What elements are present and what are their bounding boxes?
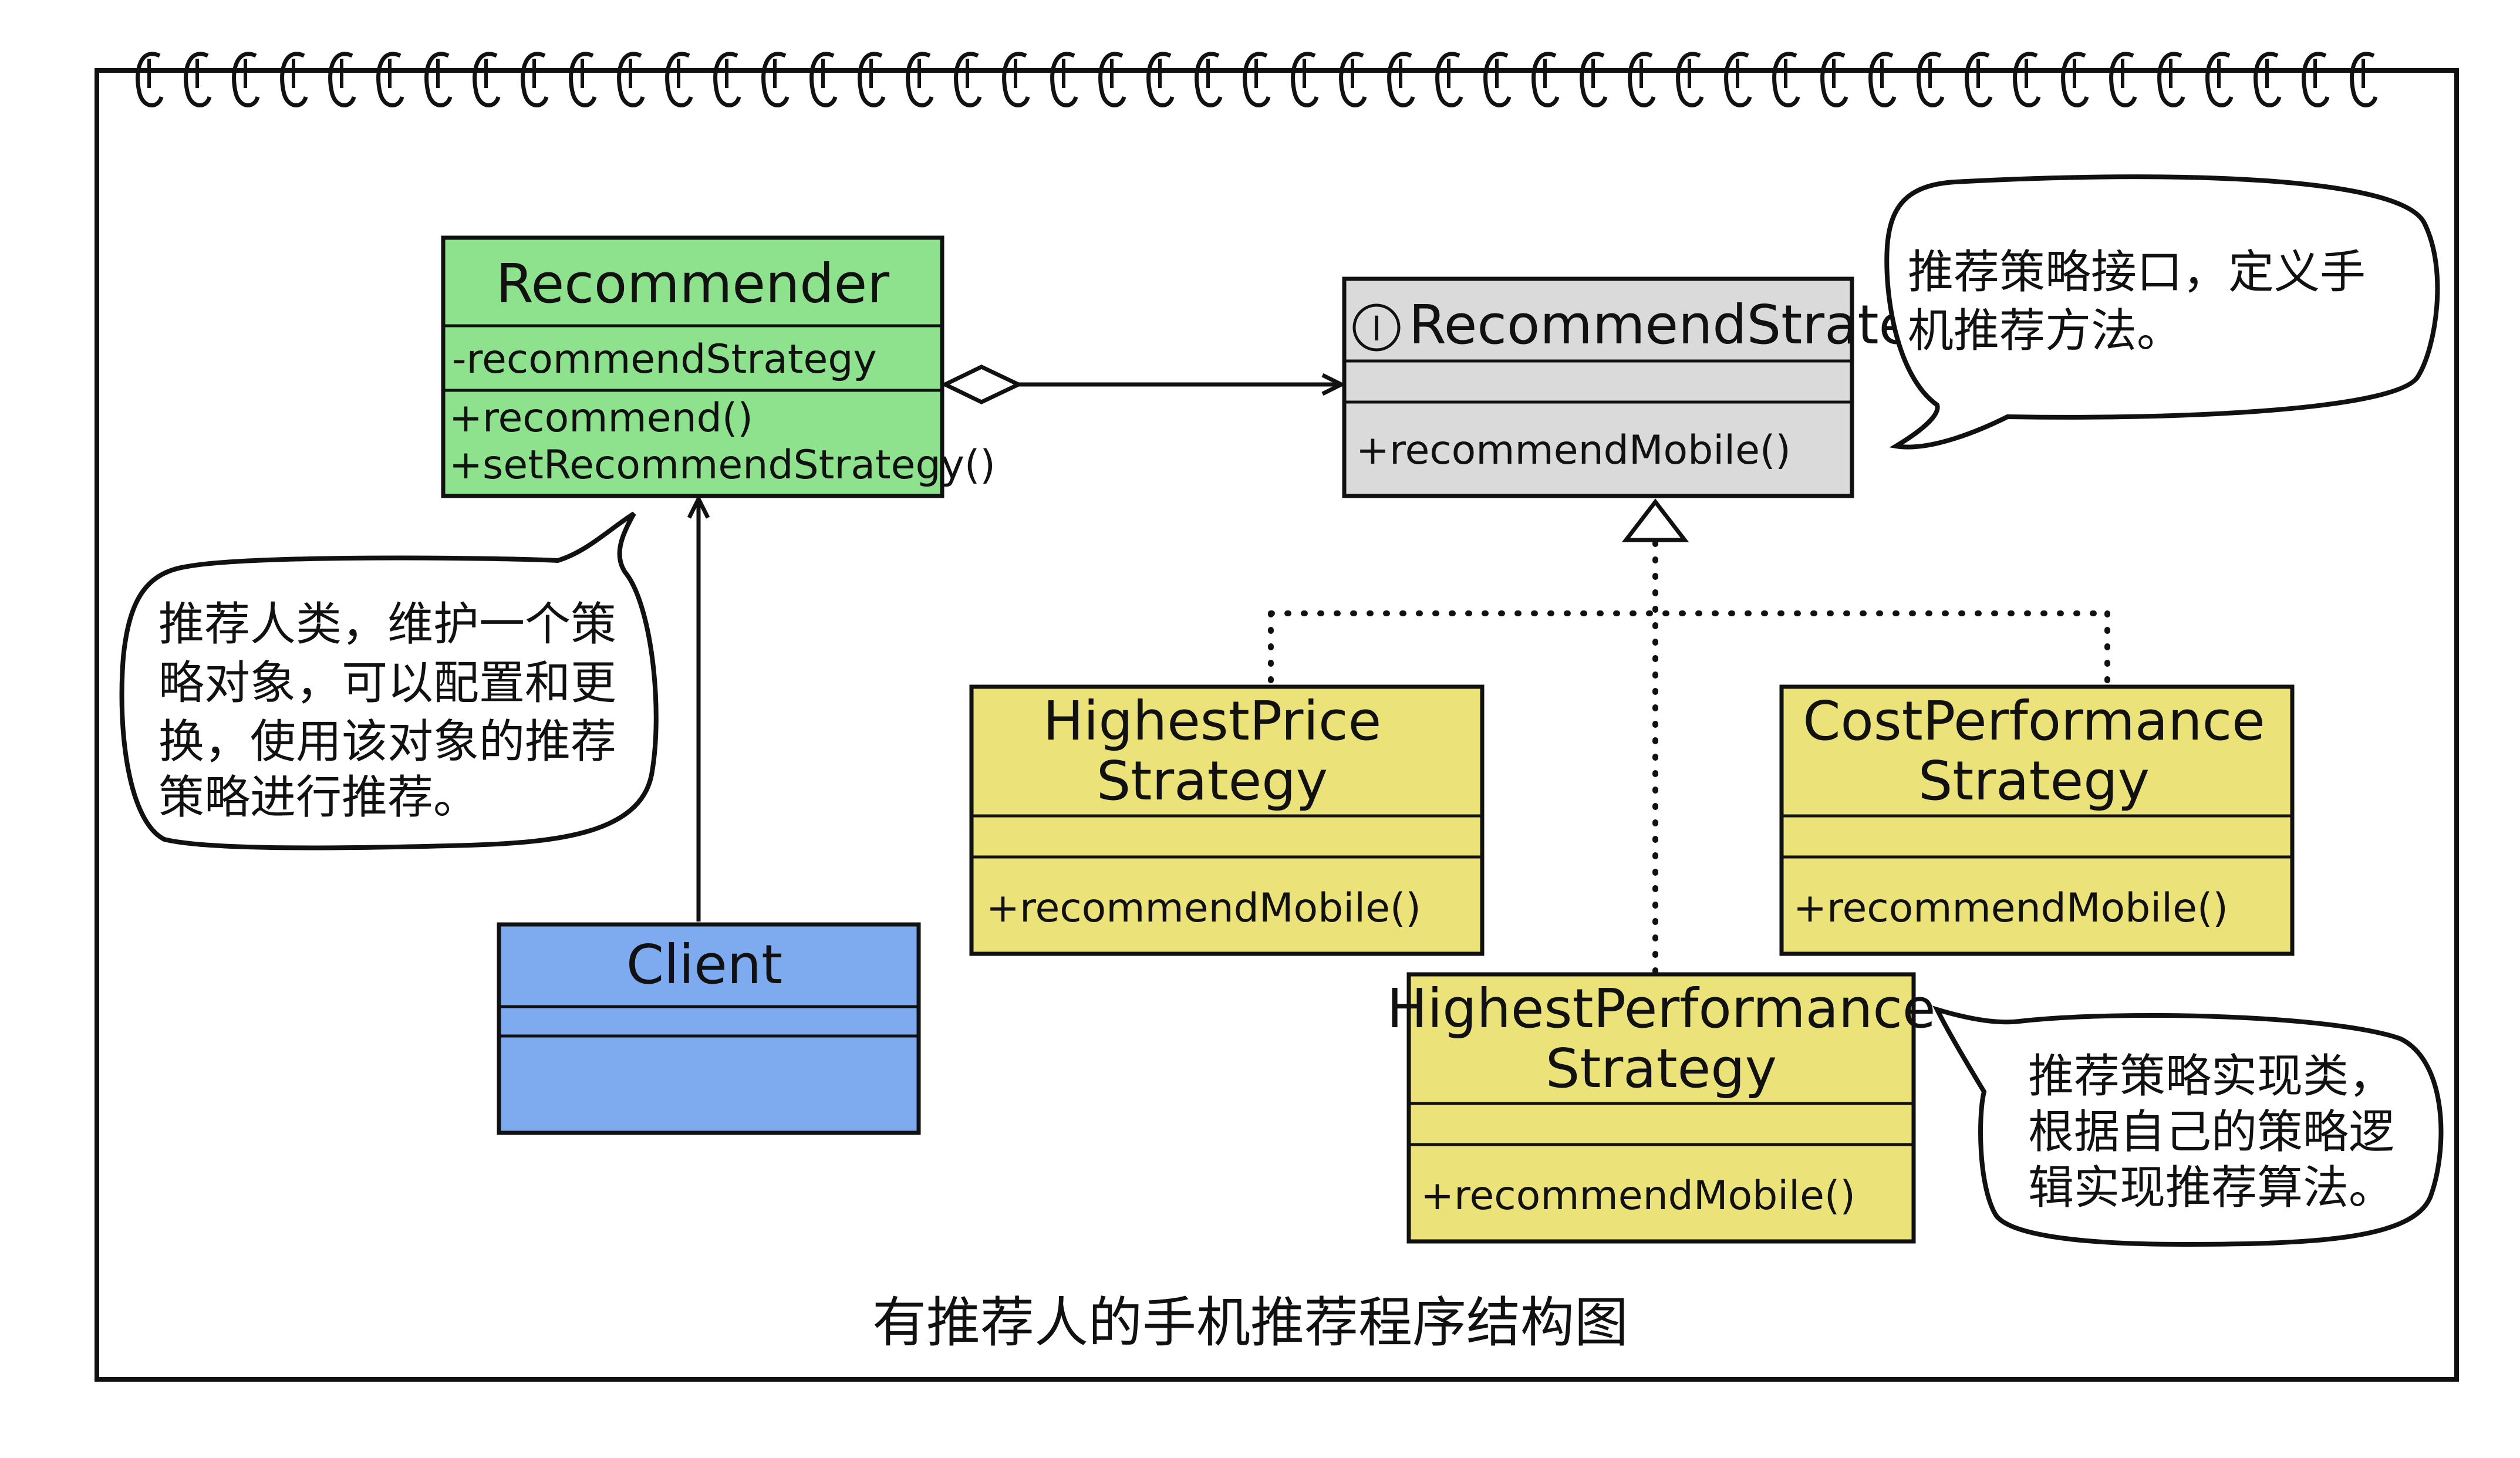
note-interface-line1: 推荐策略接口，定义手 [1908,246,2366,299]
class-highest-price-strategy[interactable]: HighestPrice Strategy +recommendMobile() [969,684,1485,956]
note-recommender-line1: 推荐人类，维护一个策 [158,598,616,651]
highest-price-name-line1: HighestPrice [1043,690,1381,752]
recommend-strategy-method: +recommendMobile() [1356,427,1791,474]
cost-performance-name-line1: CostPerformance [1803,690,2265,752]
note-recommender-line4: 策略进行推荐。 [158,771,479,824]
recommender-method-recommend: +recommend() [449,395,753,441]
recommender-class-name: Recommender [496,252,889,315]
interface-icon-letter: I [1371,309,1381,349]
recommender-method-set-strategy: +setRecommendStrategy() [449,442,996,488]
diagram-caption: 有推荐人的手机推荐程序结构图 [872,1291,1628,1354]
recommender-attribute: -recommendStrategy [452,336,877,383]
highest-price-method: +recommendMobile() [986,885,1421,932]
highest-performance-name-line1: HighestPerformance [1386,977,1935,1040]
note-implementation-line1: 推荐策略实现类， [2028,1050,2394,1103]
cost-performance-name-line2: Strategy [1918,750,2150,812]
class-highest-performance-strategy[interactable]: HighestPerformance Strategy +recommendMo… [1386,972,1936,1244]
note-implementation-line2: 根据自己的策略逻 [2028,1106,2394,1159]
note-recommender-line2: 略对象，可以配置和更 [158,657,616,710]
note-implementation: 推荐策略实现类， 根据自己的策略逻 辑实现推荐算法。 [1932,1005,2444,1247]
class-cost-performance-strategy[interactable]: CostPerformance Strategy +recommendMobil… [1779,684,2295,956]
class-client[interactable]: Client [497,922,921,1135]
note-implementation-line3: 辑实现推荐算法。 [2028,1162,2394,1214]
highest-performance-name-line2: Strategy [1546,1037,1777,1100]
client-class-name: Client [626,933,782,996]
cost-performance-method: +recommendMobile() [1793,885,2228,932]
note-recommender-line3: 换，使用该对象的推荐 [158,716,616,768]
uml-diagram: Recommender -recommendStrategy +recommen… [95,52,2459,1382]
note-recommender: 推荐人类，维护一个策 略对象，可以配置和更 换，使用该对象的推荐 策略进行推荐。 [119,511,659,851]
class-recommender[interactable]: Recommender -recommendStrategy +recommen… [441,235,996,498]
diagram-canvas: Recommender -recommendStrategy +recommen… [0,0,2520,1456]
highest-price-name-line2: Strategy [1097,750,1328,812]
note-interface-line2: 机推荐方法。 [1908,305,2182,357]
highest-performance-method: +recommendMobile() [1421,1173,1856,1219]
